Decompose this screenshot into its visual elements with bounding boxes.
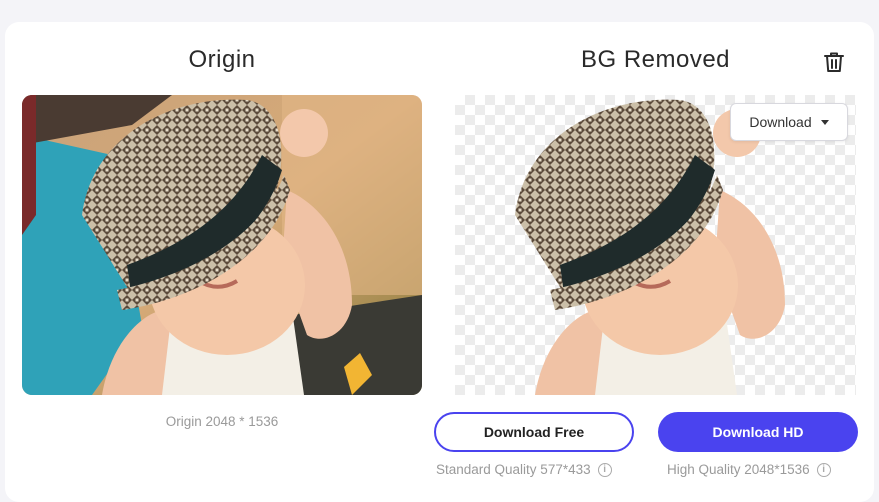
download-free-button[interactable]: Download Free [434,412,634,452]
info-icon[interactable]: i [816,462,831,477]
origin-title: Origin [188,46,256,73]
download-dropdown[interactable]: Download [730,103,848,141]
origin-image [22,95,422,395]
bg-removed-title: BG Removed [580,46,731,73]
high-quality-label: High Quality 2048*1536 [667,462,810,477]
caret-down-icon [820,119,829,125]
standard-quality-info: Standard Quality 577*433 i [436,462,612,477]
download-hd-label: Download HD [712,424,804,440]
download-free-label: Download Free [483,424,585,440]
standard-quality-label: Standard Quality 577*433 [436,462,591,477]
download-hd-button[interactable]: Download HD [658,412,858,452]
origin-size-label: Origin 2048 * 1536 [165,414,279,429]
info-icon[interactable]: i [597,462,612,477]
download-dropdown-label: Download [749,114,812,130]
trash-icon[interactable] [822,50,846,74]
high-quality-info: High Quality 2048*1536 i [667,462,831,477]
